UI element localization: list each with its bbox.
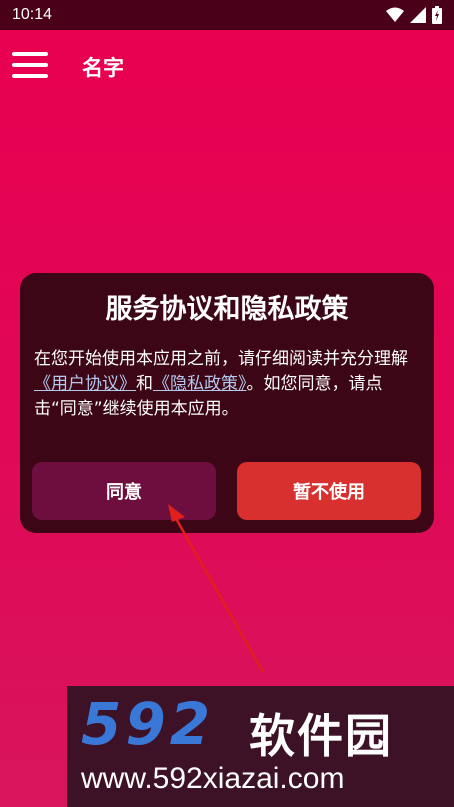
status-icons [386, 6, 442, 24]
dialog-body-and: 和 [136, 374, 153, 394]
app-title: 名字 [82, 56, 124, 80]
status-bar: 10:14 [0, 0, 454, 30]
app-bar: 名字 [0, 30, 454, 100]
status-time: 10:14 [12, 6, 53, 23]
watermark-brand: 软件园 [249, 709, 393, 763]
dialog-body-text: 在您开始使用本应用之前，请仔细阅读并充分理解 [34, 349, 408, 369]
watermark-url: www.592xiazai.com [81, 762, 345, 795]
battery-icon [432, 6, 442, 24]
privacy-policy-link[interactable]: 《隐私政策》 [153, 374, 247, 394]
signal-icon [410, 7, 426, 23]
dialog-title: 服务协议和隐私政策 [105, 294, 349, 325]
wifi-icon [386, 7, 404, 22]
agree-button[interactable]: 同意 [32, 462, 216, 520]
decline-button[interactable]: 暂不使用 [237, 462, 421, 520]
menu-icon[interactable] [12, 52, 48, 78]
dialog-body: 在您开始使用本应用之前，请仔细阅读并充分理解《用户协议》和《隐私政策》。如您同意… [34, 347, 424, 422]
watermark-logo: 592 [81, 690, 215, 758]
user-agreement-link[interactable]: 《用户协议》 [34, 374, 136, 394]
watermark: 592 软件园 www.592xiazai.com [67, 686, 454, 807]
terms-dialog: 服务协议和隐私政策 在您开始使用本应用之前，请仔细阅读并充分理解《用户协议》和《… [20, 273, 434, 533]
